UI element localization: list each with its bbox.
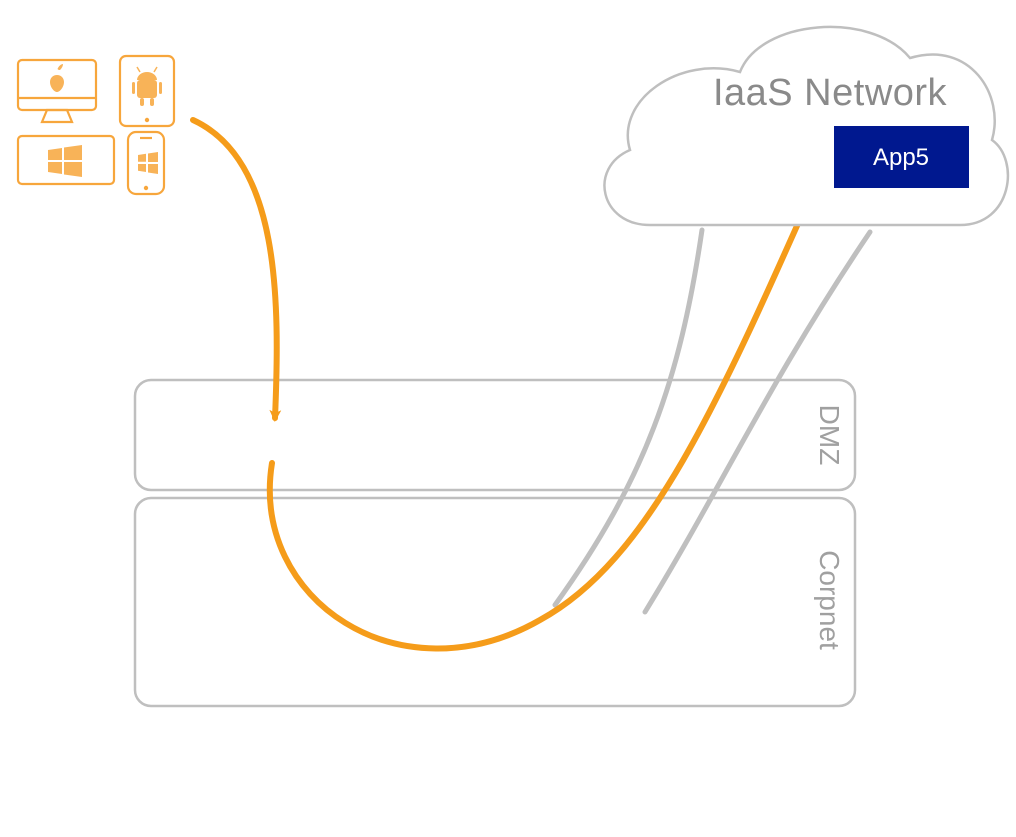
dmz-label: DMZ — [814, 405, 845, 466]
flow-arrow-segment-1 — [193, 120, 277, 418]
cloud-icon — [604, 27, 1007, 225]
laptop-icon — [18, 136, 114, 184]
flow-arrow-segment-2 — [270, 165, 824, 648]
cloud-title: IaaS Network — [713, 72, 948, 114]
windows-logo-small-icon — [138, 152, 158, 174]
tablet-icon — [120, 56, 174, 126]
phone-icon — [128, 132, 164, 194]
desktop-icon — [18, 60, 96, 122]
diagram-root: DMZ Corpnet IaaS Network App5 — [0, 0, 1016, 837]
corpnet-zone-box — [135, 498, 855, 706]
corpnet-label: Corpnet — [814, 550, 845, 650]
android-logo-icon — [132, 67, 162, 106]
windows-logo-icon — [48, 145, 82, 177]
cloud-group: IaaS Network App5 — [604, 27, 1007, 225]
app5-label: App5 — [873, 144, 929, 171]
devices-cluster — [18, 56, 174, 194]
apple-logo-icon — [50, 64, 64, 92]
